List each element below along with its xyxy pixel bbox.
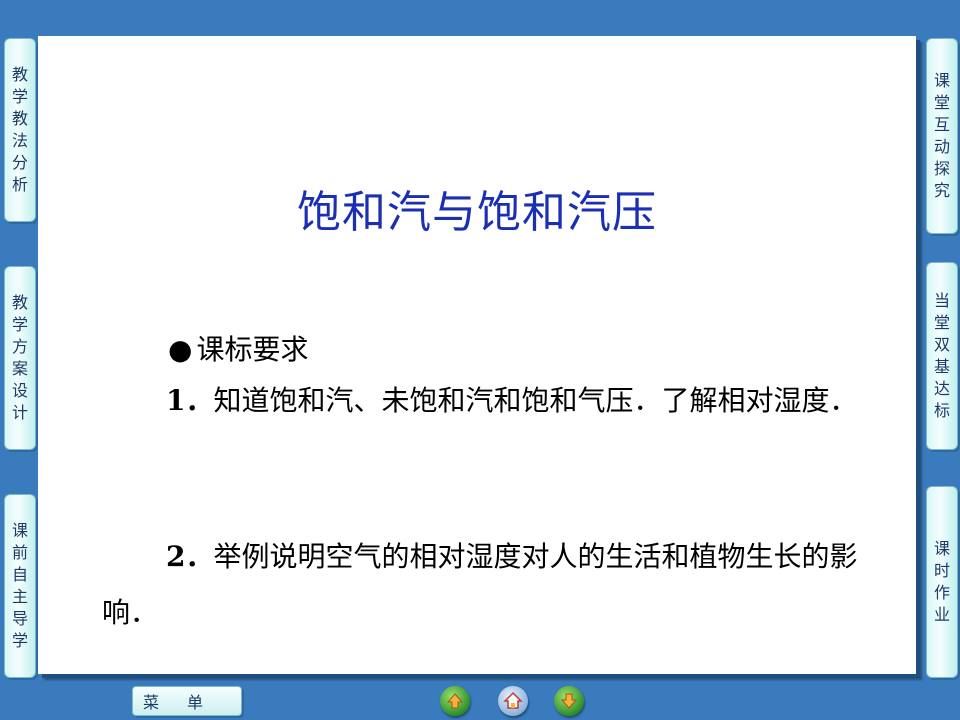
page-title: 饱和汽与饱和汽压	[297, 187, 657, 238]
tab-char: 业	[933, 605, 950, 624]
next-button[interactable]	[554, 686, 584, 716]
item-number: 1．	[166, 384, 214, 417]
tab-char: 作	[933, 583, 950, 602]
requirement-item: 2．举例说明空气的相对湿度对人的生活和植物生长的影响．	[102, 529, 862, 641]
tab-char: 课	[933, 71, 950, 90]
home-icon	[503, 691, 523, 709]
tab-char: 时	[933, 561, 950, 580]
tab-char: 课	[11, 521, 28, 540]
tab-char: 主	[11, 587, 28, 606]
previous-button[interactable]	[440, 686, 470, 716]
requirement-item: 1．知道饱和汽、未饱和汽和饱和气压．了解相对湿度．	[102, 373, 862, 429]
tab-char: 教	[11, 109, 28, 128]
home-button[interactable]	[498, 686, 528, 716]
tab-char: 计	[11, 403, 28, 422]
tab-char: 达	[933, 379, 950, 398]
tab-char: 课	[933, 539, 950, 558]
tab-char: 究	[933, 181, 950, 200]
tab-char: 堂	[933, 313, 950, 332]
tab-char: 堂	[933, 93, 950, 112]
tab-char: 学	[11, 315, 28, 334]
down-arrow-icon	[560, 693, 578, 709]
tab-char: 案	[11, 359, 28, 378]
tab-char: 探	[933, 159, 950, 178]
tab-char: 双	[933, 335, 950, 354]
tab-char: 学	[11, 87, 28, 106]
tab-char: 前	[11, 543, 28, 562]
tab-char: 动	[933, 137, 950, 156]
up-arrow-icon	[446, 693, 464, 709]
tab-char: 当	[933, 291, 950, 310]
item-text: 知道饱和汽、未饱和汽和饱和气压．了解相对湿度．	[213, 384, 858, 417]
item-number: 2．	[166, 540, 214, 573]
tab-char: 设	[11, 381, 28, 400]
tab-char: 自	[11, 565, 28, 584]
bullet-icon: ●	[168, 333, 193, 366]
menu-button[interactable]: 菜单	[132, 686, 242, 716]
tab-char: 教	[11, 293, 28, 312]
tab-char: 学	[11, 631, 28, 650]
tab-classroom-interaction[interactable]: 课 堂 互 动 探 究	[926, 38, 958, 234]
tab-char: 析	[11, 175, 28, 194]
item-text: 举例说明空气的相对湿度对人的生活和植物生长的影响．	[102, 540, 858, 629]
tab-char: 标	[933, 401, 950, 420]
tab-char: 分	[11, 153, 28, 172]
tab-basic-skills[interactable]: 当 堂 双 基 达 标	[926, 262, 958, 450]
tab-char: 互	[933, 115, 950, 134]
tab-char: 方	[11, 337, 28, 356]
section-heading-label: 课标要求	[196, 333, 309, 366]
tab-char: 基	[933, 357, 950, 376]
section-heading: ● 课标要求	[168, 328, 308, 368]
tab-preclass-study[interactable]: 课 前 自 主 导 学	[4, 494, 36, 678]
tab-char: 教	[11, 65, 28, 84]
tab-char: 导	[11, 609, 28, 628]
tab-homework[interactable]: 课 时 作 业	[926, 486, 958, 678]
tab-teaching-plan[interactable]: 教 学 方 案 设 计	[4, 266, 36, 450]
tab-teaching-analysis[interactable]: 教 学 教 法 分 析	[4, 38, 36, 222]
slide-content: 饱和汽与饱和汽压 ● 课标要求 1．知道饱和汽、未饱和汽和饱和气压．了解相对湿度．…	[38, 36, 916, 674]
tab-char: 法	[11, 131, 28, 150]
